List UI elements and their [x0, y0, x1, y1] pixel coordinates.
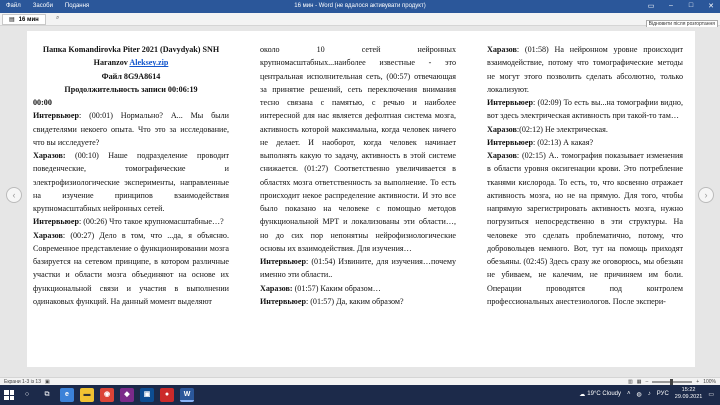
window-controls: ▭ – □ ✕: [646, 2, 716, 10]
document-tab-row: ▤ 16 мин ⌕ Відновити після розгортання: [0, 13, 720, 28]
speech: (01:57) Каким образом…: [292, 283, 381, 293]
file-explorer-icon[interactable]: ▬: [80, 388, 94, 402]
document-tab[interactable]: ▤ 16 мин: [2, 14, 46, 25]
paragraph: Интервьюер: (01:54) Извините, для изучен…: [260, 255, 456, 282]
search-icon[interactable]: ○: [20, 388, 34, 402]
speaker: Интервьюер: [260, 257, 306, 266]
text-column-2: около 10 сетей нейронных крупномасштабны…: [260, 43, 456, 308]
paragraph: Интервьюер: (02:13) А какая?: [487, 136, 683, 149]
paragraph: Интервьюер: (00:01) Нормально? А... Мы б…: [33, 109, 229, 149]
speech: : (00:27) Дело в том, что ...да, я объяс…: [33, 230, 229, 306]
zip-link[interactable]: Aleksey.zip: [129, 58, 168, 67]
paragraph: Интервьюер: (00:26) Что такое крупномасш…: [33, 215, 229, 228]
app-icon[interactable]: ▣: [140, 388, 154, 402]
speech: : (00:26) Что такое крупномасштабные…?: [78, 217, 224, 227]
restore-icon[interactable]: ▭: [646, 2, 656, 10]
window-title: 16 мин - Word (не вдалося активувати про…: [294, 3, 426, 9]
chevron-up-icon[interactable]: ˄: [627, 391, 631, 397]
nav-pane-icon[interactable]: ▤: [9, 15, 15, 25]
speaker: Интервьюер: [33, 111, 79, 121]
app-icon[interactable]: ◆: [120, 388, 134, 402]
document-page: Папка Komandirovka Piter 2021 (Davydyak)…: [27, 31, 695, 367]
title-bar: Файл Засоби Подання 16 мин - Word (не вд…: [0, 0, 720, 13]
speaker: Интервьюер: [260, 296, 306, 306]
notifications-icon[interactable]: ▭: [708, 391, 714, 398]
paragraph: Харазов: (00:10) Наше подразделение пров…: [33, 149, 229, 215]
edge-icon[interactable]: e: [60, 388, 74, 402]
doc-header-2: Haranzov Aleksey.zip: [33, 56, 229, 69]
chrome-icon[interactable]: ◉: [100, 388, 114, 402]
speech: (00:10) Наше подразделение проводит пове…: [33, 151, 229, 213]
paragraph: Харазов: (01:58) На нейронном уровне про…: [487, 43, 683, 96]
doc-header-4: Продолжительность записи 00:06:19: [64, 84, 198, 94]
doc-header-2-text: Haranzov: [93, 58, 130, 68]
text-column-1: Папка Komandirovka Piter 2021 (Davydyak)…: [33, 43, 229, 308]
speaker: Харазов:: [33, 151, 66, 160]
cloud-icon: ☁: [579, 391, 586, 398]
taskbar-apps: ○ ⧉ e ▬ ◉ ◆ ▣ ● W: [20, 388, 194, 402]
timestamp-start: 00:00: [33, 98, 52, 107]
app-icon[interactable]: ●: [160, 388, 174, 402]
zoom-slider[interactable]: [652, 379, 693, 385]
speaker: Харазов: [487, 124, 517, 134]
menu-tools[interactable]: Засоби: [33, 3, 53, 9]
paragraph: Харазов: (02:15) А.. томография показыва…: [487, 149, 683, 308]
clock[interactable]: 15:22 29.09.2021: [675, 387, 703, 401]
reading-area: ‹ Папка Komandirovka Piter 2021 (Davydya…: [0, 27, 720, 377]
close-icon[interactable]: ✕: [706, 2, 716, 10]
network-icon[interactable]: ◍: [637, 391, 642, 398]
task-view-icon[interactable]: ⧉: [40, 388, 54, 402]
word-icon[interactable]: W: [180, 388, 194, 402]
speech: :(02:12) Не электрическая.: [516, 124, 608, 134]
status-bar: Екрани 1-3 із 13 ▣ ▥ ▦ – + 100%: [0, 377, 720, 385]
menu-file[interactable]: Файл: [6, 3, 21, 9]
paragraph: около 10 сетей нейронных крупномасштабны…: [260, 45, 456, 253]
system-tray: ☁ 19°C Cloudy ˄ ◍ ♪ РУС 15:22 29.09.2021…: [579, 387, 714, 401]
doc-header-3: Файл 8G9A8614: [101, 71, 161, 81]
menu-view[interactable]: Подання: [65, 3, 89, 9]
paragraph: Харазов: (00:27) Дело в том, что ...да, …: [33, 229, 229, 309]
speaker: Интервьюер: [33, 217, 79, 227]
next-page-icon[interactable]: ›: [698, 187, 714, 203]
speaker: Харазов: [33, 230, 63, 240]
speech: : (01:57) Да, каким образом?: [305, 296, 404, 306]
clock-time: 15:22: [681, 387, 696, 393]
speech: : (01:58) На нейронном уровне происходит…: [487, 45, 683, 94]
language-indicator[interactable]: РУС: [657, 391, 669, 397]
text-column-3: Харазов: (01:58) На нейронном уровне про…: [487, 43, 683, 308]
speech: : (02:13) А какая?: [532, 137, 594, 147]
weather-widget[interactable]: ☁ 19°C Cloudy: [579, 391, 621, 398]
search-icon[interactable]: ⌕: [56, 15, 59, 22]
maximize-icon[interactable]: □: [686, 2, 696, 10]
weather-text: 19°C Cloudy: [587, 391, 622, 397]
paragraph: Интервьюер: (01:57) Да, каким образом?: [260, 295, 456, 308]
document-tab-label: 16 мин: [18, 16, 39, 23]
speaker: Интервьюер: [487, 98, 533, 107]
doc-header-1: Папка Komandirovka Piter 2021 (Davydyak)…: [42, 45, 220, 54]
speaker: Интервьюер: [487, 137, 533, 147]
minimize-icon[interactable]: –: [666, 2, 676, 10]
speaker: Харазов: [487, 151, 517, 160]
speech: : (02:15) А.. томография показывает изме…: [487, 151, 683, 306]
speaker: Харазов: [487, 45, 517, 54]
paragraph: Харазов:(02:12) Не электрическая.: [487, 123, 683, 136]
paragraph: Интервьюер: (02:09) То есть вы...на томо…: [487, 96, 683, 123]
clock-date: 29.09.2021: [674, 394, 703, 400]
volume-icon[interactable]: ♪: [648, 391, 651, 397]
windows-start-icon[interactable]: [4, 390, 14, 400]
taskbar: ○ ⧉ e ▬ ◉ ◆ ▣ ● W ☁ 19°C Cloudy ˄ ◍ ♪ РУ…: [0, 385, 720, 405]
previous-page-icon[interactable]: ‹: [6, 187, 22, 203]
tab-tools: ⌕: [56, 15, 59, 22]
speaker: Харазов:: [260, 283, 293, 293]
paragraph: Харазов: (01:57) Каким образом…: [260, 282, 456, 295]
menu-bar: Файл Засоби Подання: [6, 3, 89, 9]
